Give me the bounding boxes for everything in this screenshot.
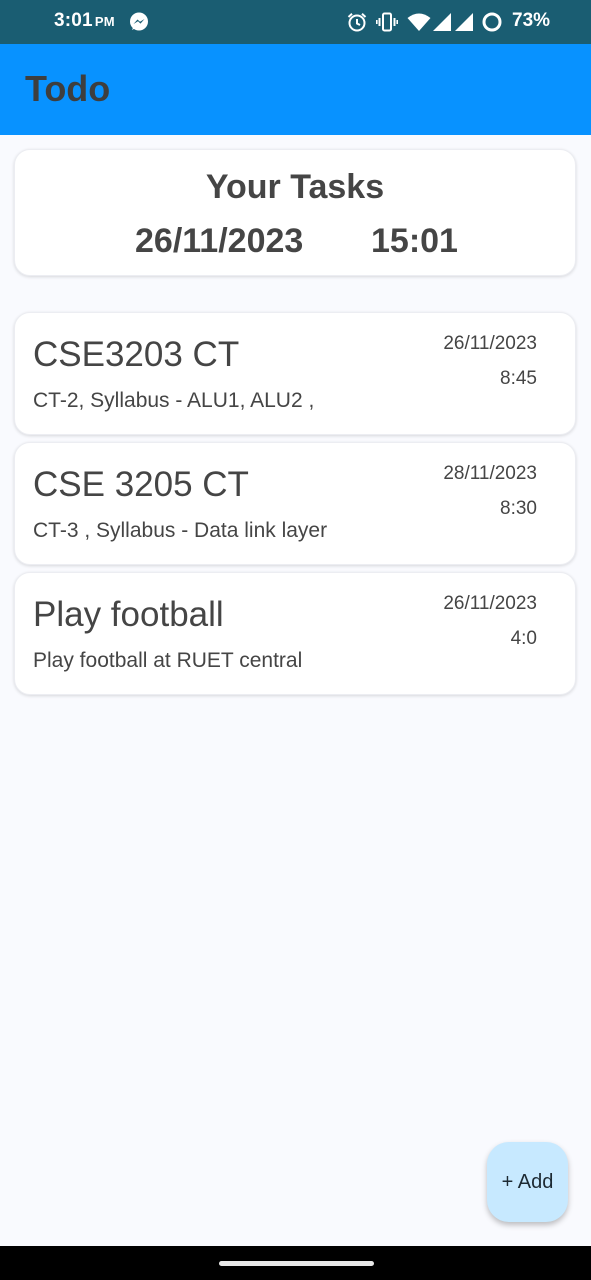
status-bar: 3:01 PM 73%: [0, 0, 591, 44]
battery-icon: [482, 12, 502, 32]
tasks-header-card: Your Tasks 26/11/2023 15:01: [14, 149, 576, 276]
task-description: CT-3 , Syllabus - Data link layer: [33, 519, 328, 542]
app-bar: Todo: [0, 44, 591, 135]
task-title: CSE 3205 CT: [33, 465, 249, 504]
alarm-icon: [347, 13, 367, 32]
task-card[interactable]: CSE3203 CT CT-2, Syllabus - ALU1, ALU2 ,…: [14, 312, 576, 435]
system-nav-bar: [0, 1246, 591, 1280]
task-date: 26/11/2023: [443, 593, 537, 614]
task-card[interactable]: CSE 3205 CT CT-3 , Syllabus - Data link …: [14, 442, 576, 565]
status-ampm: PM: [94, 14, 115, 29]
add-task-button[interactable]: + Add: [487, 1142, 568, 1222]
messenger-icon: [130, 12, 148, 31]
task-time: 8:30: [500, 498, 537, 519]
vibrate-icon: [376, 12, 398, 32]
status-time-value: 3:01: [54, 10, 93, 31]
task-date: 28/11/2023: [443, 463, 537, 484]
task-time: 4:0: [510, 628, 537, 649]
battery-percent: 73%: [512, 10, 551, 31]
task-card[interactable]: Play football Play football at RUET cent…: [14, 572, 576, 695]
home-gesture-handle[interactable]: [219, 1261, 374, 1266]
status-clock: 3:01 PM: [54, 10, 115, 32]
task-time: 8:45: [500, 368, 537, 389]
header-title: Your Tasks: [205, 168, 385, 206]
task-date: 26/11/2023: [443, 333, 537, 354]
signal-icon: [455, 13, 473, 31]
task-description: Play football at RUET central: [33, 649, 303, 672]
app-title: Todo: [25, 68, 111, 109]
current-date: 26/11/2023: [135, 222, 304, 260]
task-title: Play football: [33, 595, 224, 634]
current-time: 15:01: [371, 222, 458, 260]
task-description: CT-2, Syllabus - ALU1, ALU2 ,: [33, 389, 315, 412]
task-title: CSE3203 CT: [33, 335, 240, 374]
wifi-icon: [407, 13, 431, 31]
signal-icon: [433, 13, 451, 31]
